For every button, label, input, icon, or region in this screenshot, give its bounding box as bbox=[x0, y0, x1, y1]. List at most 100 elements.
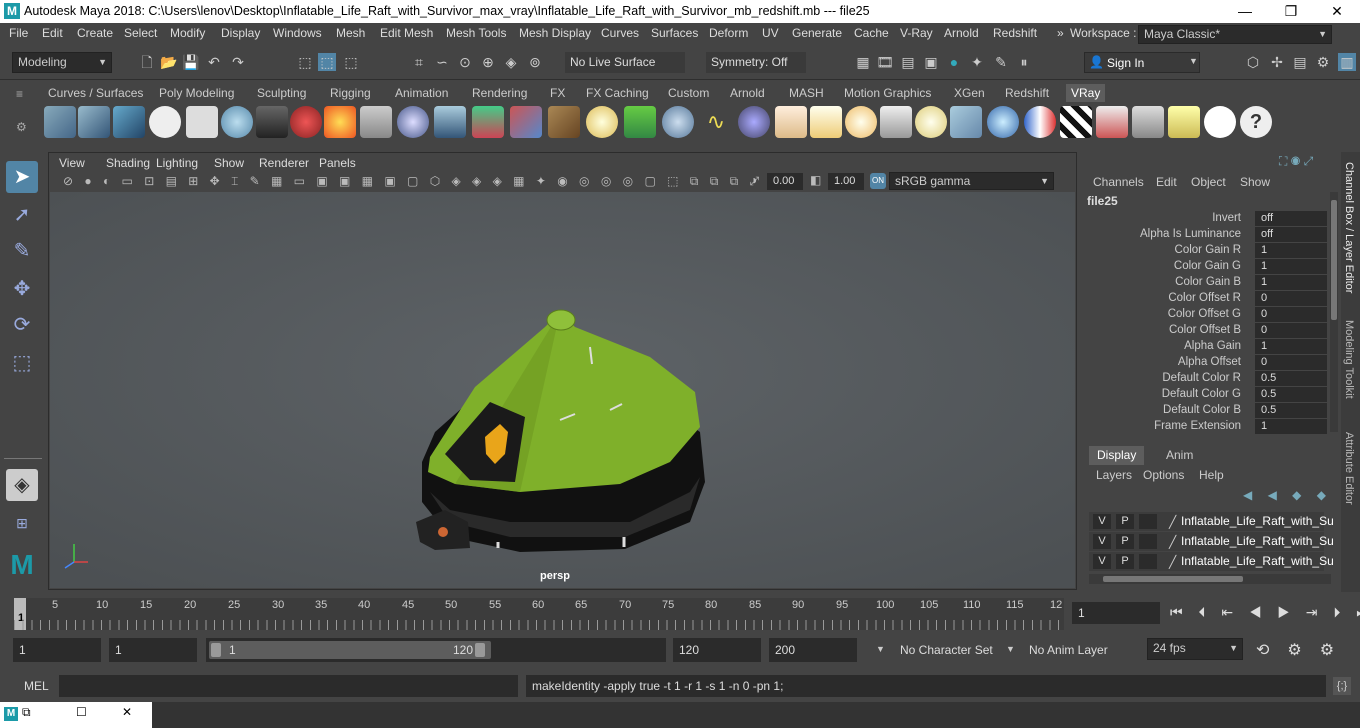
exposure-field[interactable]: 0.00 bbox=[767, 173, 803, 190]
shelf-tab-mash[interactable]: MASH bbox=[784, 84, 829, 102]
snap-point-icon[interactable]: ⊙ bbox=[456, 53, 474, 71]
vray-script-icon[interactable] bbox=[186, 106, 218, 138]
shelf-tab-redshift[interactable]: Redshift bbox=[1000, 84, 1054, 102]
shelf-tab-sculpting[interactable]: Sculpting bbox=[252, 84, 311, 102]
layer-name[interactable]: Inflatable_Life_Raft_with_Su bbox=[1181, 514, 1334, 528]
channel-scrollbar[interactable] bbox=[1330, 192, 1338, 432]
vray-frame-buffer-icon[interactable] bbox=[78, 106, 110, 138]
rotate-tool-icon[interactable]: ⟳ bbox=[6, 309, 38, 341]
shelf-menu-icon[interactable]: ≡ bbox=[16, 87, 23, 101]
layer-row[interactable]: V P ╱ Inflatable_Life_Raft_with_Su bbox=[1089, 532, 1334, 551]
gamma-field[interactable]: 1.00 bbox=[828, 173, 864, 190]
menu-mesh[interactable]: Mesh bbox=[336, 26, 365, 40]
color-space-dropdown[interactable]: sRGB gamma ▼ bbox=[889, 172, 1054, 190]
vray-sky-icon[interactable] bbox=[950, 106, 982, 138]
lasso-tool-icon[interactable]: ➚ bbox=[6, 199, 38, 231]
attr-value[interactable]: 1 bbox=[1255, 275, 1327, 290]
snap-curve-icon[interactable]: ∽ bbox=[433, 53, 451, 71]
panel-menu-shading[interactable]: Shading bbox=[106, 156, 150, 170]
snap-vertex-icon[interactable]: ⊚ bbox=[526, 53, 544, 71]
menu-mesh-tools[interactable]: Mesh Tools bbox=[446, 26, 506, 40]
human-ik-icon[interactable]: ✢ bbox=[1268, 53, 1286, 71]
menu-cache[interactable]: Cache bbox=[854, 26, 889, 40]
attr-value[interactable]: 0 bbox=[1255, 307, 1327, 322]
ipr-render-icon[interactable]: ▤ bbox=[899, 53, 917, 71]
range-slider[interactable]: 1 120 bbox=[206, 638, 666, 662]
playback-options-icons[interactable]: ⟲⚙⚙ bbox=[1256, 640, 1352, 660]
layer-playback-toggle[interactable]: P bbox=[1116, 514, 1134, 529]
layer-tab-display[interactable]: Display bbox=[1089, 446, 1145, 465]
snap-surface-icon[interactable]: ◈ bbox=[502, 53, 520, 71]
render-view-icon[interactable]: ▣ bbox=[922, 53, 940, 71]
attr-value[interactable]: 1 bbox=[1255, 419, 1327, 434]
vray-bulb-icon[interactable] bbox=[1168, 106, 1200, 138]
layer-color-icon[interactable]: ╱ bbox=[1169, 535, 1176, 549]
move-tool-icon[interactable]: ✥ bbox=[6, 273, 38, 305]
new-scene-icon[interactable]: 🗋 bbox=[138, 53, 156, 71]
maximize-button[interactable]: ❐ bbox=[1268, 0, 1314, 23]
minimized-window[interactable]: M ⧉ ☐ ✕ bbox=[0, 702, 152, 728]
layer-hscrollbar[interactable] bbox=[1089, 574, 1331, 584]
sign-in-button[interactable]: 👤 Sign In ▼ bbox=[1084, 52, 1200, 73]
restore-icon[interactable]: ⧉ bbox=[22, 705, 31, 720]
vray-checker-icon[interactable] bbox=[1060, 106, 1092, 138]
shelf-tab-motion-graphics[interactable]: Motion Graphics bbox=[839, 84, 936, 102]
layer-row[interactable]: V P ╱ Inflatable_Life_Raft_with_Su bbox=[1089, 552, 1334, 571]
scale-tool-icon[interactable]: ⬚ bbox=[6, 347, 38, 379]
layer-display-type[interactable] bbox=[1139, 534, 1157, 549]
help-icon[interactable]: ? bbox=[1240, 106, 1272, 138]
vray-flag-icon[interactable] bbox=[1024, 106, 1056, 138]
vray-fire-icon[interactable] bbox=[324, 106, 356, 138]
menu-deform[interactable]: Deform bbox=[709, 26, 748, 40]
attr-value[interactable]: 1 bbox=[1255, 339, 1327, 354]
menu-display[interactable]: Display bbox=[221, 26, 260, 40]
channel-box-icon[interactable]: ▥ bbox=[1338, 53, 1356, 71]
vray-sun-icon[interactable] bbox=[915, 106, 947, 138]
modeling-toolkit-icon[interactable]: ⬡ bbox=[1244, 53, 1262, 71]
vray-env-icon[interactable] bbox=[987, 106, 1019, 138]
layer-tab-anim[interactable]: Anim bbox=[1161, 446, 1198, 465]
vray-grass-icon[interactable] bbox=[624, 106, 656, 138]
menu-edit[interactable]: Edit bbox=[42, 26, 63, 40]
channel-menu-object[interactable]: Object bbox=[1191, 175, 1226, 189]
shelf-tab-xgen[interactable]: XGen bbox=[949, 84, 990, 102]
layer-color-icon[interactable]: ╱ bbox=[1169, 515, 1176, 529]
redo-icon[interactable]: ↷ bbox=[229, 53, 247, 71]
close-button[interactable]: ✕ bbox=[1314, 0, 1360, 23]
vray-render-settings-icon[interactable] bbox=[44, 106, 76, 138]
vray-rect-light-icon[interactable] bbox=[775, 106, 807, 138]
vray-spot-light-icon[interactable] bbox=[810, 106, 842, 138]
current-frame-field[interactable]: 1 bbox=[1072, 602, 1160, 624]
attribute-editor-icon[interactable]: ▤ bbox=[1291, 53, 1309, 71]
four-view-layout-icon[interactable]: ⊞ bbox=[6, 507, 38, 539]
menu-vray[interactable]: V-Ray bbox=[900, 26, 933, 40]
open-scene-icon[interactable]: 📂 bbox=[160, 53, 178, 71]
menu-arnold[interactable]: Arnold bbox=[944, 26, 979, 40]
vray-sphere-icon[interactable] bbox=[221, 106, 253, 138]
vray-texture-icon[interactable] bbox=[548, 106, 580, 138]
menu-edit-mesh[interactable]: Edit Mesh bbox=[380, 26, 433, 40]
playback-controls[interactable]: ⏮ ⏴ ⇤ ◀ ▶ ⇥ ⏵ ⏭ bbox=[1170, 604, 1360, 621]
select-tool-icon[interactable]: ➤ bbox=[6, 161, 38, 193]
shelf-tab-custom[interactable]: Custom bbox=[663, 84, 714, 102]
range-slider-handle[interactable]: 1 120 bbox=[209, 641, 491, 659]
layer-visibility-toggle[interactable]: V bbox=[1093, 534, 1111, 549]
layer-playback-toggle[interactable]: P bbox=[1116, 534, 1134, 549]
command-input[interactable] bbox=[59, 675, 518, 697]
panel-menu-view[interactable]: View bbox=[59, 156, 85, 170]
menu-file[interactable]: File bbox=[9, 26, 28, 40]
layer-visibility-toggle[interactable]: V bbox=[1093, 554, 1111, 569]
shelf-tab-animation[interactable]: Animation bbox=[390, 84, 453, 102]
hypershade-icon[interactable]: ● bbox=[945, 53, 963, 71]
layer-menu-layers[interactable]: Layers bbox=[1096, 468, 1132, 482]
menu-uv[interactable]: UV bbox=[762, 26, 779, 40]
layer-visibility-toggle[interactable]: V bbox=[1093, 514, 1111, 529]
color-management-icon[interactable]: ON bbox=[870, 173, 886, 189]
viewport-persp[interactable]: persp bbox=[50, 192, 1075, 588]
scrollbar-thumb[interactable] bbox=[1331, 200, 1337, 320]
tool-settings-icon[interactable]: ⚙ bbox=[1314, 53, 1332, 71]
layer-playback-toggle[interactable]: P bbox=[1116, 554, 1134, 569]
menu-overflow-icon[interactable]: » bbox=[1057, 26, 1064, 40]
layer-name[interactable]: Inflatable_Life_Raft_with_Su bbox=[1181, 534, 1334, 548]
vray-volume-icon[interactable] bbox=[472, 106, 504, 138]
